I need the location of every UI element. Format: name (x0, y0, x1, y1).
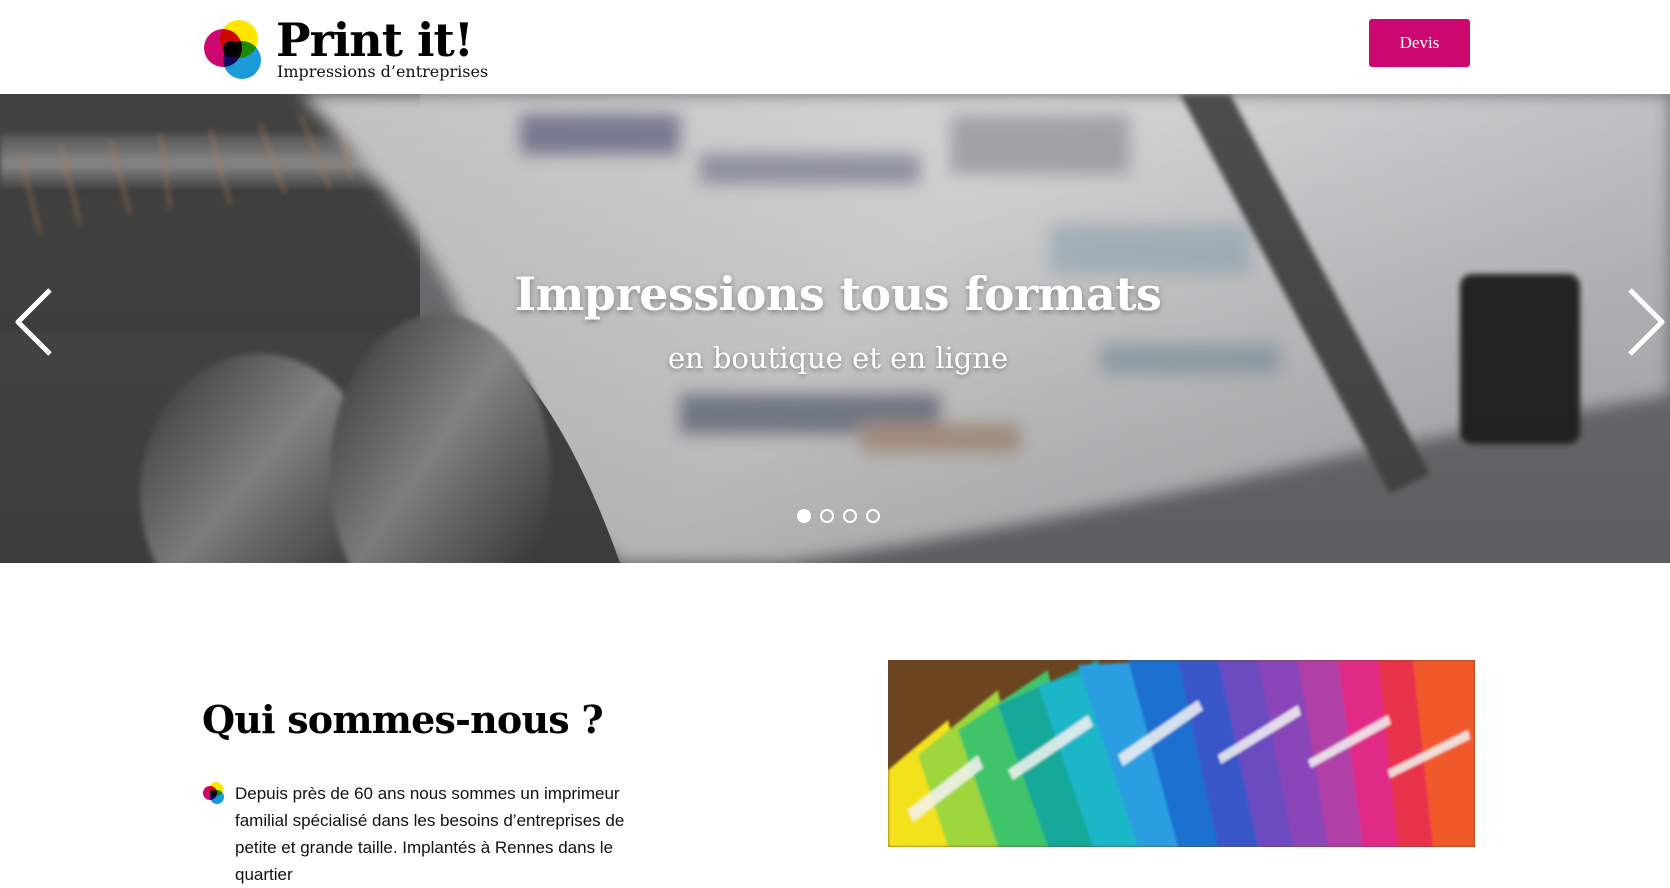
chevron-left-icon[interactable] (10, 282, 60, 362)
site-logo[interactable]: Print it! Impressions d’entreprises (202, 13, 488, 84)
carousel-dot-4[interactable] (866, 509, 880, 523)
hero-carousel: Impressions tous formats en boutique et … (0, 94, 1670, 563)
site-header: Print it! Impressions d’entreprises Devi… (0, 0, 1670, 94)
color-swatch-fan-image (888, 660, 1475, 847)
logo-title: Print it! (276, 13, 474, 67)
cmyk-circles-icon (204, 20, 261, 79)
cmyk-circles-icon (203, 782, 224, 804)
hero-title: Impressions tous formats (514, 267, 1162, 321)
carousel-dot-2[interactable] (820, 509, 834, 523)
printing-press-image (0, 94, 1670, 563)
carousel-indicators (797, 509, 880, 525)
carousel-dot-1[interactable] (797, 509, 811, 523)
logo-tagline: Impressions d’entreprises (277, 62, 489, 81)
quote-button[interactable]: Devis (1369, 19, 1470, 67)
about-title: Qui sommes-nous ? (202, 697, 604, 742)
chevron-right-icon[interactable] (1620, 282, 1670, 362)
carousel-dot-3[interactable] (843, 509, 857, 523)
about-paragraph: Depuis près de 60 ans nous sommes un imp… (235, 784, 625, 884)
hero-subtitle: en boutique et en ligne (667, 341, 1009, 375)
